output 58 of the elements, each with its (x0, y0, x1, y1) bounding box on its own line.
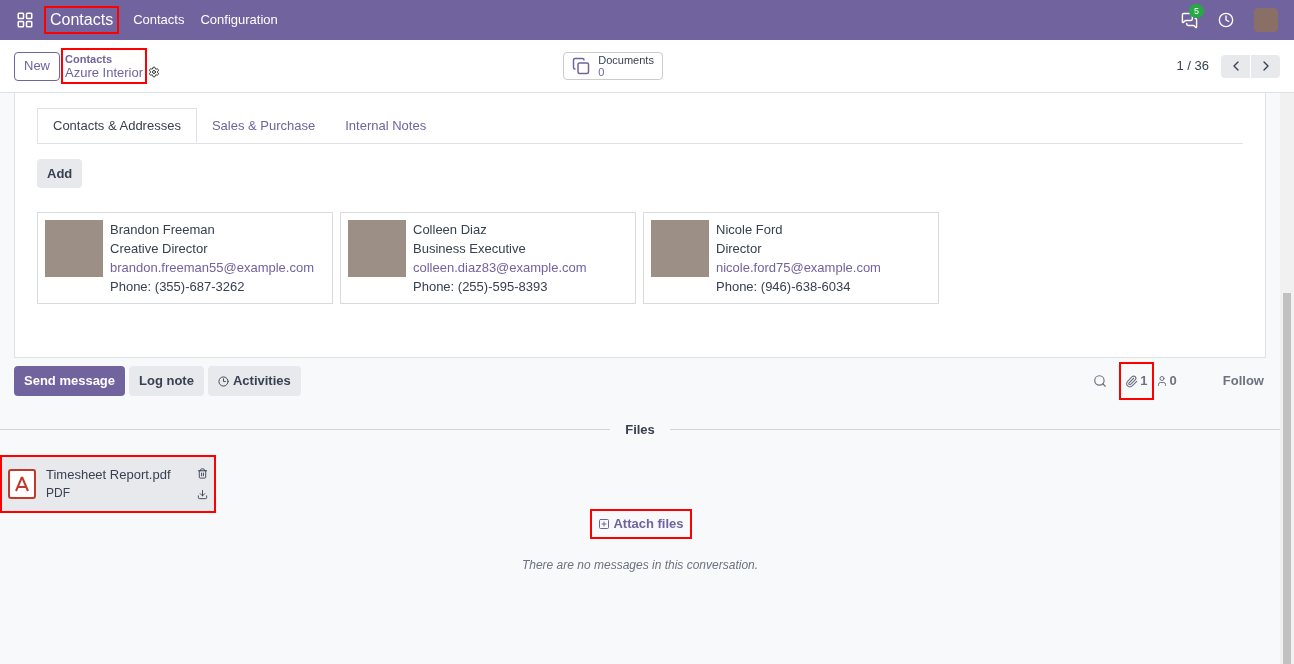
tab[interactable]: Contacts & Addresses (37, 108, 197, 143)
contact-role: Director (716, 240, 763, 258)
message-count-badge: 5 (1189, 3, 1204, 18)
add-button[interactable]: Add (37, 159, 83, 188)
file-card[interactable]: Timesheet Report.pdf PDF (2, 456, 214, 511)
delete-icon[interactable] (197, 467, 208, 479)
pdf-file-icon (8, 468, 36, 499)
contact-phone: Phone: (946)-638-6034 (716, 278, 852, 296)
photo-placeholder (348, 220, 406, 277)
contact-email[interactable]: brandon.freeman55@example.com (110, 258, 314, 277)
files-heading: Files (624, 421, 656, 439)
chatter-button[interactable]: Log note (129, 366, 204, 396)
record-title: Azure Interior (65, 66, 144, 80)
gear-icon[interactable] (148, 66, 161, 78)
follow-button[interactable]: Follow (1222, 371, 1264, 391)
tab[interactable]: Internal Notes (330, 108, 442, 143)
pager-value: 1 / 36 (1176, 57, 1209, 76)
contact-phone: Phone: (355)-687-3262 (110, 278, 246, 296)
new-button[interactable]: New (14, 51, 60, 81)
file-type: PDF (46, 484, 71, 502)
app-name[interactable]: Contacts (46, 8, 118, 32)
photo-placeholder (45, 220, 103, 277)
previous-button[interactable] (1221, 54, 1250, 78)
contact-email[interactable]: nicole.ford75@example.com (716, 258, 881, 277)
contact-role: Creative Director (110, 240, 209, 258)
documents-icon (572, 57, 591, 75)
contact-name: Nicole Ford (716, 221, 784, 239)
contact-phone: Phone: (255)-595-8393 (413, 278, 549, 296)
menu-item[interactable]: Configuration (200, 10, 278, 30)
download-icon[interactable] (197, 488, 208, 500)
clock-icon[interactable] (1218, 12, 1234, 28)
chatter-button[interactable]: Send message (14, 366, 126, 396)
contact-name: Colleen Diaz (413, 221, 488, 239)
contact-email[interactable]: colleen.diaz83@example.com (413, 258, 587, 277)
contact-card[interactable]: Brandon Freeman Creative Director brandon.freeman55@example.com Phone: (355)-687-3262 (37, 212, 333, 304)
tab[interactable]: Sales & Purchase (196, 108, 331, 143)
empty-message: There are no messages in this conversation. (520, 556, 760, 574)
contact-card[interactable]: Nicole Ford Director nicole.ford75@example.com Phone: (946)-638-6034 (643, 212, 939, 304)
followers-button[interactable]: 0 (1155, 371, 1177, 391)
contact-card[interactable]: Colleen Diaz Business Executive colleen.diaz83@example.com Phone: (255)-595-8393 (340, 212, 636, 304)
apps-menu-icon[interactable] (16, 11, 34, 29)
breadcrumb-link[interactable]: Contacts (65, 52, 144, 66)
contact-name: Brandon Freeman (110, 221, 216, 239)
paperclip-icon (1125, 374, 1139, 388)
attach-files-button[interactable]: Attach files (592, 510, 690, 537)
person-icon (1155, 375, 1168, 387)
clock-icon (217, 375, 229, 387)
scrollbar[interactable] (1280, 93, 1294, 664)
search-icon[interactable] (1093, 374, 1108, 388)
menu-item[interactable]: Contacts (133, 10, 185, 30)
documents-button[interactable]: Documents 0 (563, 52, 664, 80)
next-button[interactable] (1251, 54, 1280, 78)
attachments-button[interactable]: 1 (1121, 364, 1152, 398)
contact-role: Business Executive (413, 240, 527, 258)
photo-placeholder (651, 220, 709, 277)
chatter-button[interactable]: Activities (207, 366, 301, 396)
plus-square-icon (598, 517, 611, 530)
file-name: Timesheet Report.pdf (46, 465, 172, 484)
